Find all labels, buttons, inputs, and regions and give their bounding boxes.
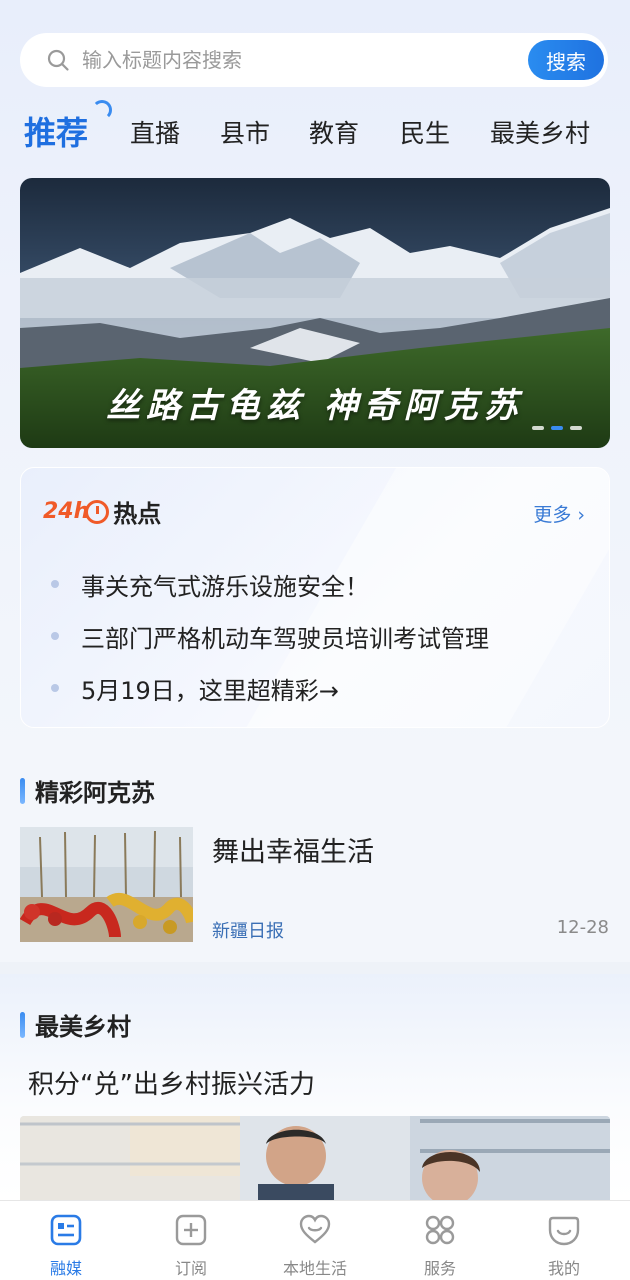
search-bar[interactable]: 搜索 xyxy=(20,33,608,87)
tab-recommend[interactable]: 推荐 xyxy=(24,108,88,154)
hot-news-text: 事关充气式游乐设施安全！ xyxy=(81,572,369,601)
nav-label: 本地生活 xyxy=(282,1259,347,1278)
nav-local-life[interactable]: 本地生活 xyxy=(252,1209,378,1279)
bullet-icon xyxy=(51,632,59,640)
hot-news-item[interactable]: 事关充气式游乐设施安全！ xyxy=(51,558,489,610)
section-title-wonderful-aksu: 精彩阿克苏 xyxy=(20,773,155,808)
article-image[interactable] xyxy=(20,1116,610,1200)
carousel-dot xyxy=(570,426,582,430)
carousel-indicator xyxy=(532,426,582,430)
news-list-item[interactable]: 舞出幸福生活 新疆日报 12-28 xyxy=(0,812,630,962)
nav-mine[interactable]: 我的 xyxy=(501,1209,627,1279)
nav-label: 融媒 xyxy=(49,1259,82,1278)
active-tab-indicator-icon xyxy=(92,100,112,120)
carousel-dot-active xyxy=(551,426,563,430)
news-date: 12-28 xyxy=(556,917,609,938)
search-input[interactable] xyxy=(82,33,522,87)
article-title[interactable]: 积分“兑”出乡村振兴活力 xyxy=(28,1064,315,1101)
media-icon xyxy=(50,1214,82,1246)
tab-live[interactable]: 直播 xyxy=(130,114,180,150)
bullet-icon xyxy=(51,580,59,588)
hot-24h-label: 24h xyxy=(43,499,90,524)
grid-icon xyxy=(425,1215,455,1245)
news-thumbnail xyxy=(20,827,193,942)
section-divider xyxy=(0,962,630,974)
bottom-navigation: 融媒 订阅 本地生活 服务 我的 xyxy=(0,1200,630,1280)
section-title-text: 最美乡村 xyxy=(35,1013,131,1041)
hot-news-text: 三部门严格机动车驾驶员培训考试管理 xyxy=(81,624,489,653)
search-icon xyxy=(47,49,69,71)
hot-logo: 24h 热点 xyxy=(43,494,161,529)
section-marker xyxy=(20,777,25,804)
nav-label: 服务 xyxy=(423,1259,456,1278)
hot-news-text: 5月19日，这里超精彩→ xyxy=(81,676,339,705)
nav-services[interactable]: 服务 xyxy=(377,1209,503,1279)
hot-news-card: 24h 热点 更多 › 事关充气式游乐设施安全！ 三部门严格机动车驾驶员培训考试… xyxy=(20,467,610,728)
bullet-icon xyxy=(51,684,59,692)
tab-county[interactable]: 县市 xyxy=(220,114,270,150)
subscribe-icon xyxy=(175,1214,207,1246)
hot-news-list: 事关充气式游乐设施安全！ 三部门严格机动车驾驶员培训考试管理 5月19日，这里超… xyxy=(51,558,489,714)
tab-beautiful-village[interactable]: 最美乡村 xyxy=(490,114,590,150)
section-title-text: 精彩阿克苏 xyxy=(35,779,155,807)
hot-news-item[interactable]: 三部门严格机动车驾驶员培训考试管理 xyxy=(51,610,489,662)
section-marker xyxy=(20,1011,25,1038)
clock-icon xyxy=(85,499,110,524)
news-title: 舞出幸福生活 xyxy=(212,837,374,868)
section-title-beautiful-village: 最美乡村 xyxy=(20,1007,131,1042)
tab-education[interactable]: 教育 xyxy=(309,114,359,150)
nav-label: 我的 xyxy=(547,1259,580,1278)
hot-news-item[interactable]: 5月19日，这里超精彩→ xyxy=(51,662,489,714)
banner-caption: 丝路古龟兹 神奇阿克苏 xyxy=(106,386,524,426)
nav-label: 订阅 xyxy=(174,1259,207,1278)
search-button[interactable]: 搜索 xyxy=(528,40,604,80)
nav-media[interactable]: 融媒 xyxy=(3,1209,129,1279)
profile-icon xyxy=(548,1216,580,1246)
hot-more-link[interactable]: 更多 › xyxy=(533,500,585,527)
nav-subscribe[interactable]: 订阅 xyxy=(128,1209,254,1279)
heart-icon xyxy=(299,1214,331,1244)
banner-carousel[interactable]: 丝路古龟兹 神奇阿克苏 xyxy=(20,178,610,448)
news-source: 新疆日报 xyxy=(212,921,284,942)
hot-title: 热点 xyxy=(113,500,162,528)
tab-livelihood[interactable]: 民生 xyxy=(400,114,450,150)
carousel-dot xyxy=(532,426,544,430)
